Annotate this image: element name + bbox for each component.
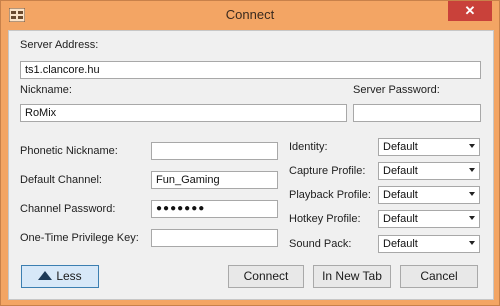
channel-password-input[interactable]: ●●●●●●● bbox=[151, 200, 278, 218]
less-button-label: Less bbox=[56, 269, 82, 283]
less-button[interactable]: Less bbox=[21, 265, 99, 288]
chevron-down-icon bbox=[469, 192, 475, 196]
sound-pack-label: Sound Pack: bbox=[289, 238, 352, 250]
nickname-label: Nickname: bbox=[20, 84, 72, 96]
playback-profile-label: Playback Profile: bbox=[289, 189, 371, 201]
up-arrow-icon bbox=[38, 271, 53, 281]
server-password-label: Server Password: bbox=[353, 84, 440, 96]
channel-password-label: Channel Password: bbox=[20, 203, 116, 215]
server-address-input[interactable]: ts1.clancore.hu bbox=[20, 61, 481, 79]
hotkey-profile-value: Default bbox=[383, 213, 418, 225]
privilege-key-label: One-Time Privilege Key: bbox=[20, 232, 139, 244]
window-title: Connect bbox=[225, 7, 275, 22]
identity-value: Default bbox=[383, 141, 418, 153]
default-channel-input[interactable]: Fun_Gaming bbox=[151, 171, 278, 189]
chevron-down-icon bbox=[469, 168, 475, 172]
default-channel-label: Default Channel: bbox=[20, 174, 102, 186]
connect-button[interactable]: Connect bbox=[228, 265, 304, 288]
cancel-button[interactable]: Cancel bbox=[400, 265, 478, 288]
nickname-input[interactable]: RoMix bbox=[20, 104, 347, 122]
identity-label: Identity: bbox=[289, 141, 328, 153]
phonetic-nickname-input[interactable] bbox=[151, 142, 278, 160]
dialog-body: Server Address: ts1.clancore.hu Nickname… bbox=[8, 30, 494, 300]
title-bar[interactable]: Connect ✕ bbox=[1, 1, 499, 29]
capture-profile-select[interactable]: Default bbox=[378, 162, 480, 180]
sound-pack-select[interactable]: Default bbox=[378, 235, 480, 253]
identity-select[interactable]: Default bbox=[378, 138, 480, 156]
server-address-label: Server Address: bbox=[20, 39, 99, 51]
chevron-down-icon bbox=[469, 241, 475, 245]
hotkey-profile-select[interactable]: Default bbox=[378, 210, 480, 228]
in-new-tab-button[interactable]: In New Tab bbox=[313, 265, 391, 288]
capture-profile-value: Default bbox=[383, 165, 418, 177]
privilege-key-input[interactable] bbox=[151, 229, 278, 247]
phonetic-nickname-label: Phonetic Nickname: bbox=[20, 145, 118, 157]
sound-pack-value: Default bbox=[383, 238, 418, 250]
hotkey-profile-label: Hotkey Profile: bbox=[289, 213, 361, 225]
connect-window: Connect ✕ Server Address: ts1.clancore.h… bbox=[0, 0, 500, 306]
playback-profile-value: Default bbox=[383, 189, 418, 201]
close-button[interactable]: ✕ bbox=[448, 1, 492, 21]
capture-profile-label: Capture Profile: bbox=[289, 165, 366, 177]
chevron-down-icon bbox=[469, 216, 475, 220]
playback-profile-select[interactable]: Default bbox=[378, 186, 480, 204]
chevron-down-icon bbox=[469, 144, 475, 148]
server-password-input[interactable] bbox=[353, 104, 481, 122]
